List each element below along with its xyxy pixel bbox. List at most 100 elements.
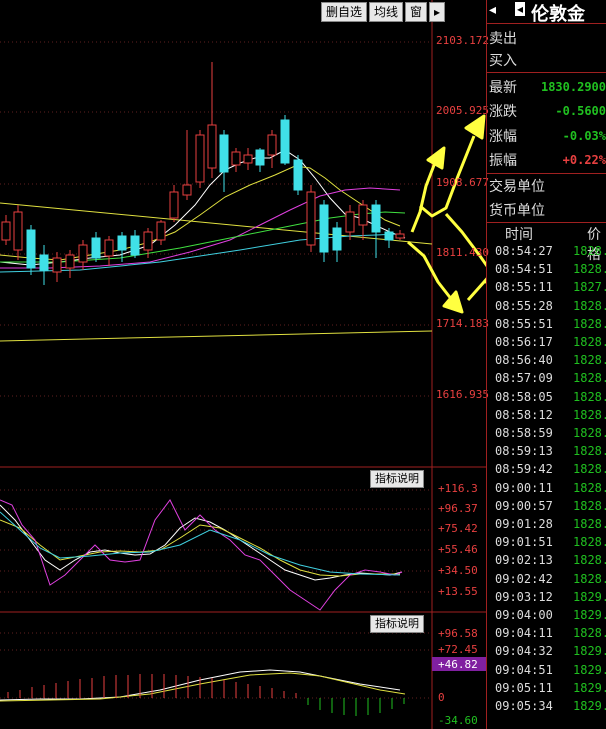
- candle-body: [130, 235, 140, 256]
- tick-price: 1828.: [573, 480, 606, 495]
- indicator-tick: +72.45: [438, 643, 478, 656]
- tick-row[interactable]: 09:04:32 1829.4: [487, 644, 606, 662]
- tick-price: 1828.: [573, 535, 606, 550]
- chart-toolbar: 删自选 均线 窗 ▸: [321, 2, 446, 22]
- tick-price: 1828.: [573, 316, 606, 331]
- price-tick: 2103.172: [436, 34, 489, 47]
- tick-time: 09:05:11: [495, 680, 553, 695]
- tick-price: 1829.4: [573, 644, 606, 659]
- candle-body: [78, 244, 88, 263]
- kdj-cyan-line: [0, 511, 401, 576]
- tick-row[interactable]: 08:57:09 1828.: [487, 371, 606, 389]
- pct-value: -0.03%: [562, 129, 606, 143]
- indicator-tick: +75.42: [438, 522, 478, 535]
- tick-row[interactable]: 09:05:34 1829.: [487, 699, 606, 717]
- tick-time: 09:01:51: [495, 535, 553, 550]
- tick-price: 1828.: [573, 389, 606, 404]
- tick-row[interactable]: 08:54:27 1828.: [487, 244, 606, 262]
- tick-time: 09:04:00: [495, 608, 553, 622]
- candle-body: [371, 204, 381, 233]
- tick-row[interactable]: 09:04:00 1829.: [487, 608, 606, 626]
- tick-row[interactable]: 08:54:51 1828.: [487, 262, 606, 280]
- tick-row[interactable]: 08:59:13 1828.: [487, 444, 606, 462]
- candle-body: [395, 233, 405, 239]
- tick-time: 08:56:17: [495, 335, 553, 349]
- tick-row[interactable]: 09:00:57 1828.: [487, 499, 606, 517]
- change-label: 涨跌: [489, 104, 517, 120]
- tick-time: 09:04:11: [495, 626, 553, 641]
- buy-label: 买入: [489, 53, 517, 69]
- latest-value: 1830.2900: [540, 80, 606, 94]
- candle-body: [332, 227, 342, 251]
- panel-arrow-icon-2[interactable]: ◂: [515, 2, 526, 16]
- tick-time: 09:02:13: [495, 553, 553, 568]
- tick-price: 1828.: [573, 298, 606, 313]
- tick-row[interactable]: 08:59:42 1828.: [487, 462, 606, 480]
- tick-row[interactable]: 09:02:13 1828.: [487, 553, 606, 571]
- tick-row[interactable]: 09:04:51 1829.: [487, 663, 606, 681]
- indicator-help-button[interactable]: 指标说明: [370, 470, 424, 488]
- tick-time: 08:58:59: [495, 426, 553, 440]
- time-header: 时间: [505, 227, 533, 243]
- arrow-right-icon[interactable]: ▸: [429, 2, 446, 22]
- tick-time: 09:03:12: [495, 589, 553, 604]
- indicator-tick: +96.37: [438, 502, 478, 515]
- tick-row[interactable]: 08:58:05 1828.: [487, 390, 606, 408]
- candle-body: [306, 191, 316, 246]
- quote-header: ◂ ◂ 伦敦金: [487, 0, 606, 25]
- chart-area[interactable]: 删自选 均线 窗 ▸ 2103.172 2005.925 1908.677 18…: [0, 0, 489, 729]
- macd-histogram: [7, 674, 405, 716]
- tick-price: 1828.: [573, 571, 606, 586]
- tick-price: 1829.: [573, 680, 606, 695]
- tick-time: 08:54:27: [495, 244, 553, 258]
- tick-row[interactable]: 08:58:59 1828.: [487, 426, 606, 444]
- tick-row[interactable]: 09:05:11 1829.: [487, 681, 606, 699]
- tick-time: 08:56:40: [495, 353, 553, 368]
- tick-time: 09:02:42: [495, 571, 553, 586]
- panel-arrow-icon[interactable]: ◂: [489, 2, 496, 18]
- ma-button[interactable]: 均线: [369, 2, 404, 22]
- tick-row[interactable]: 08:56:17 1828.: [487, 335, 606, 353]
- tick-time: 09:05:34: [495, 699, 553, 713]
- delete-favorite-button[interactable]: 删自选: [321, 2, 368, 22]
- candle-body: [182, 184, 192, 196]
- kdj-j-line: [0, 499, 403, 611]
- tick-row[interactable]: 09:01:51 1828.: [487, 535, 606, 553]
- price-tick: 1616.935: [436, 388, 489, 401]
- tick-price: 1828.: [573, 498, 606, 513]
- tick-row[interactable]: 08:56:40 1828.: [487, 353, 606, 371]
- candle-body: [319, 204, 329, 253]
- candle-body: [52, 257, 62, 273]
- tick-time: 08:59:13: [495, 444, 553, 459]
- candle-body: [13, 211, 23, 251]
- indicator-help-button-2[interactable]: 指标说明: [370, 615, 424, 633]
- indicator-tick: +13.55: [438, 585, 478, 598]
- tick-row[interactable]: 08:55:11 1827.: [487, 280, 606, 298]
- tick-time: 08:59:42: [495, 462, 553, 477]
- tick-row[interactable]: 08:55:51 1828.: [487, 317, 606, 335]
- tick-row[interactable]: 08:55:28 1828.: [487, 299, 606, 317]
- window-button[interactable]: 窗: [405, 2, 428, 22]
- tick-row[interactable]: 09:00:11 1828.: [487, 481, 606, 499]
- tick-price: 1828.: [573, 553, 606, 568]
- tick-price: 1828.: [573, 353, 606, 368]
- candle-body: [26, 229, 36, 269]
- tick-row[interactable]: 09:03:12 1829.: [487, 590, 606, 608]
- tick-row[interactable]: 09:01:28 1828.: [487, 517, 606, 535]
- tick-price: 1829.: [573, 699, 606, 713]
- tick-price: 1828.: [573, 517, 606, 531]
- price-tick: 1714.183: [436, 317, 489, 330]
- tick-price: 1829.: [573, 589, 606, 604]
- tick-time: 09:00:11: [495, 480, 553, 495]
- tick-row[interactable]: 08:58:12 1828.: [487, 408, 606, 426]
- tick-time: 09:04:32: [495, 644, 553, 659]
- tick-time: 09:01:28: [495, 517, 553, 531]
- candle-body: [255, 149, 265, 166]
- tick-row[interactable]: 09:04:11 1828.: [487, 626, 606, 644]
- tick-time: 08:58:05: [495, 389, 553, 404]
- sell-label: 卖出: [489, 31, 517, 47]
- candle-body: [207, 124, 217, 169]
- tick-time: 08:54:51: [495, 262, 553, 277]
- candle-body: [91, 237, 101, 259]
- tick-row[interactable]: 09:02:42 1828.: [487, 572, 606, 590]
